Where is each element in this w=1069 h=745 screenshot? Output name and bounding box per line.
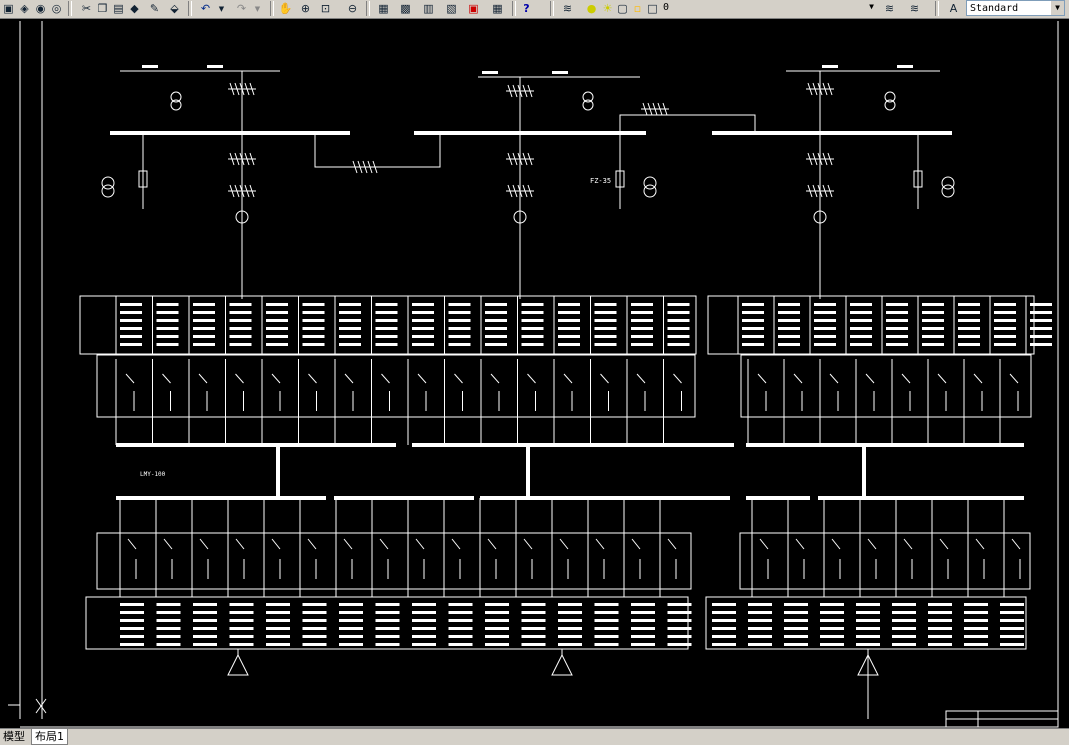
- text-style-select[interactable]: Standard ▼: [966, 0, 1065, 16]
- layer-previous-icon[interactable]: ≋: [907, 1, 922, 16]
- text-style-icon[interactable]: A: [946, 1, 961, 16]
- open-icon[interactable]: ▣: [1, 1, 16, 16]
- layer-viewport-icon[interactable]: ▢: [615, 1, 630, 16]
- sheet-set-icon[interactable]: ▧: [444, 1, 459, 16]
- properties-icon[interactable]: ▦: [376, 1, 391, 16]
- undo-icon[interactable]: ↶: [198, 1, 213, 16]
- zoom-previous-icon[interactable]: ⊖: [345, 1, 360, 16]
- undo-dropdown-icon[interactable]: ▼: [214, 1, 229, 16]
- chevron-down-icon[interactable]: ▼: [865, 0, 878, 14]
- pan-icon[interactable]: ✋: [278, 1, 293, 16]
- zoom-window-icon[interactable]: ⊡: [318, 1, 333, 16]
- design-center-icon[interactable]: ▩: [398, 1, 413, 16]
- layer-select[interactable]: 0 ▼: [660, 0, 878, 16]
- lmy-label: LMY-100: [140, 471, 166, 478]
- preview-icon[interactable]: ◎: [49, 1, 64, 16]
- cut-icon[interactable]: ✂: [79, 1, 94, 16]
- tab-layout1[interactable]: 布局1: [31, 729, 68, 745]
- calculator-icon[interactable]: ▦: [490, 1, 505, 16]
- redo-icon[interactable]: ↷: [234, 1, 249, 16]
- plot-icon[interactable]: ◉: [33, 1, 48, 16]
- layer-value: 0: [663, 2, 670, 13]
- text-style-value: Standard: [970, 3, 1019, 14]
- layer-manager-icon[interactable]: ≋: [560, 1, 575, 16]
- zoom-realtime-icon[interactable]: ⊕: [298, 1, 313, 16]
- layout-tabs: 模型 布局1: [0, 728, 1069, 745]
- layer-color-icon[interactable]: □: [645, 1, 660, 16]
- drawing-canvas[interactable]: FZ-35 LMY-100: [0, 19, 1069, 728]
- block-editor-icon[interactable]: ⬙: [167, 1, 182, 16]
- tab-model[interactable]: 模型: [0, 729, 28, 744]
- standard-toolbar: ▣ ◈ ◉ ◎ ✂ ❐ ▤ ◆ ✎ ⬙ ↶ ▼ ↷ ▼ ✋ ⊕ ⊡ ⊖ ▦ ▩ …: [0, 0, 1069, 19]
- layer-lock-icon[interactable]: ▫: [630, 1, 645, 16]
- redo-dropdown-icon[interactable]: ▼: [250, 1, 265, 16]
- tool-palettes-icon[interactable]: ▥: [421, 1, 436, 16]
- markup-icon[interactable]: ▣: [466, 1, 481, 16]
- chevron-down-icon[interactable]: ▼: [1051, 1, 1064, 15]
- layer-on-icon[interactable]: ●: [584, 1, 599, 16]
- help-icon[interactable]: ?: [519, 1, 534, 16]
- layer-freeze-icon[interactable]: ☀: [600, 1, 615, 16]
- pencil-icon[interactable]: ✎: [147, 1, 162, 16]
- copy-icon[interactable]: ❐: [95, 1, 110, 16]
- schematic-drawing: FZ-35 LMY-100: [8, 21, 1059, 728]
- match-properties-icon[interactable]: ◆: [127, 1, 142, 16]
- fz35-label: FZ-35: [590, 177, 611, 185]
- make-layer-current-icon[interactable]: ≋: [882, 1, 897, 16]
- save-icon[interactable]: ◈: [17, 1, 32, 16]
- paste-icon[interactable]: ▤: [111, 1, 126, 16]
